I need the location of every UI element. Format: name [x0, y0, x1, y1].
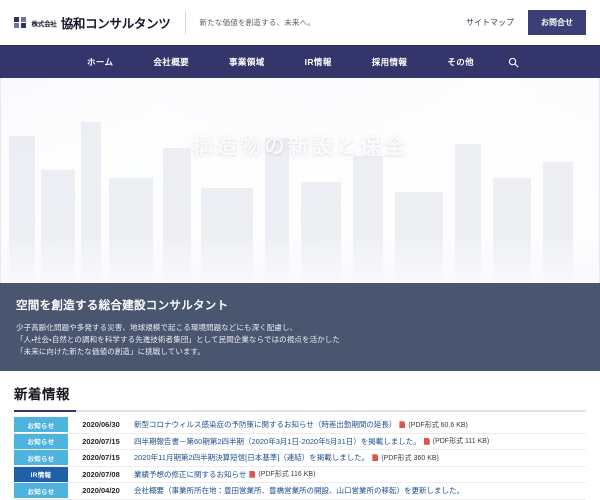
pdf-icon	[372, 454, 378, 461]
news-date: 2020/07/15	[82, 453, 120, 463]
hero-title: 構造物の新設と保全	[192, 135, 408, 158]
status-badge: お知らせ	[14, 450, 68, 466]
pdf-icon	[424, 438, 430, 445]
hero-foreground-fade	[1, 241, 599, 283]
news-title: 2020年11月期第2四半期決算短信[日本基準]（連結）を掲載しました。	[134, 453, 370, 463]
pdf-icon	[249, 471, 255, 478]
nav-item-home[interactable]: ホーム	[67, 46, 133, 79]
news-title: 会社概要（事業所所在地：豊田営業所、豊橋営業所の開設、山口営業所の移転）を更新し…	[134, 486, 464, 496]
nav-item-business[interactable]: 事業領域	[209, 46, 285, 79]
page-root: 株式会社 協和コンサルタンツ 新たな価値を創造する、未来へ。 サイトマップ お問…	[0, 0, 600, 500]
news-title: 業績予想の修正に関するお知らせ	[134, 469, 247, 479]
news-file-meta: (PDF形式 116 KB)	[258, 471, 316, 479]
news-title: 四半期報告書－第60期第2四半期（2020年3月1日-2020年5月31日）を掲…	[134, 436, 421, 446]
news-date: 2020/04/20	[82, 486, 120, 496]
status-badge: お知らせ	[14, 433, 68, 449]
table-row[interactable]: お知らせ 2020/04/20 会社概要（事業所所在地：豊田営業所、豊橋営業所の…	[14, 483, 586, 500]
nav-item-ir[interactable]: IR情報	[285, 46, 352, 79]
intro-line-3: 「未来に向けた新たな価値の創造」に挑戦しています。	[16, 347, 206, 356]
logo-company-prefix: 株式会社	[31, 20, 57, 28]
header-actions: サイトマップ お問合せ	[466, 10, 586, 35]
hero-banner: 構造物の新設と保全	[0, 78, 600, 283]
news-date: 2020/07/15	[82, 436, 120, 446]
news-title: 新型コロナウィルス感染症の予防策に関するお知らせ（時差出勤期間の延長）	[134, 420, 397, 430]
news-date: 2020/07/08	[82, 469, 120, 479]
intro-section: 空間を創造する総合建設コンサルタント 少子高齢化問題や多発する災害、地球規模で起…	[0, 283, 600, 371]
header-divider	[184, 11, 186, 34]
table-row[interactable]: お知らせ 2020/07/15 2020年11月期第2四半期決算短信[日本基準]…	[14, 450, 586, 467]
nav-item-other[interactable]: その他	[427, 46, 494, 79]
news-file-meta: (PDF形式 360 KB)	[381, 454, 439, 462]
company-square-logo-icon	[14, 16, 26, 29]
header-tagline: 新たな価値を創造する、未来へ。	[199, 18, 316, 27]
sitemap-link[interactable]: サイトマップ	[466, 17, 514, 28]
news-heading-underline	[14, 410, 586, 412]
site-logo[interactable]: 株式会社 協和コンサルタンツ	[14, 13, 171, 32]
status-badge: IR情報	[14, 466, 68, 482]
news-file-meta: (PDF形式 60.6 KB)	[408, 421, 468, 429]
news-link[interactable]: 新型コロナウィルス感染症の予防策に関するお知らせ（時差出勤期間の延長） (PDF…	[134, 419, 586, 430]
news-section: 新着情報 お知らせ 2020/06/30 新型コロナウィルス感染症の予防策に関す…	[0, 371, 600, 500]
news-link[interactable]: 四半期報告書－第60期第2四半期（2020年3月1日-2020年5月31日）を掲…	[134, 436, 586, 447]
news-file-meta: (PDF形式 111 KB)	[432, 438, 490, 446]
logo-company-name: 協和コンサルタンツ	[60, 17, 171, 31]
intro-line-1: 少子高齢化問題や多発する災害、地球規模で起こる環境問題などにも深く配慮し、	[16, 323, 298, 332]
table-row[interactable]: お知らせ 2020/06/30 新型コロナウィルス感染症の予防策に関するお知らせ…	[14, 417, 586, 434]
table-row[interactable]: IR情報 2020/07/08 業績予想の修正に関するお知らせ (PDF形式 1…	[14, 466, 586, 483]
status-badge: お知らせ	[14, 483, 68, 499]
pdf-icon	[399, 421, 405, 428]
status-badge: お知らせ	[14, 417, 68, 433]
table-row[interactable]: お知らせ 2020/07/15 四半期報告書－第60期第2四半期（2020年3月…	[14, 433, 586, 450]
intro-heading: 空間を創造する総合建設コンサルタント	[16, 300, 229, 312]
news-link[interactable]: 2020年11月期第2四半期決算短信[日本基準]（連結）を掲載しました。 (PD…	[134, 452, 586, 463]
contact-button[interactable]: お問合せ	[528, 10, 586, 35]
main-navigation: ホーム 会社概要 事業領域 IR情報 採用情報 その他	[0, 45, 600, 78]
intro-line-2: 「人・社会・自然との調和を科学する先進技術者集団」として民間企業ならではの視点を…	[16, 335, 340, 344]
news-heading: 新着情報	[14, 387, 70, 402]
news-date: 2020/06/30	[82, 420, 120, 430]
search-icon[interactable]	[494, 46, 533, 79]
nav-item-recruit[interactable]: 採用情報	[352, 46, 428, 79]
news-link[interactable]: 業績予想の修正に関するお知らせ (PDF形式 116 KB)	[134, 469, 586, 480]
news-list: お知らせ 2020/06/30 新型コロナウィルス感染症の予防策に関するお知らせ…	[14, 417, 586, 500]
nav-item-company[interactable]: 会社概要	[133, 46, 209, 79]
news-link[interactable]: 会社概要（事業所所在地：豊田営業所、豊橋営業所の開設、山口営業所の移転）を更新し…	[134, 485, 586, 496]
site-header: 株式会社 協和コンサルタンツ 新たな価値を創造する、未来へ。 サイトマップ お問…	[0, 0, 600, 45]
